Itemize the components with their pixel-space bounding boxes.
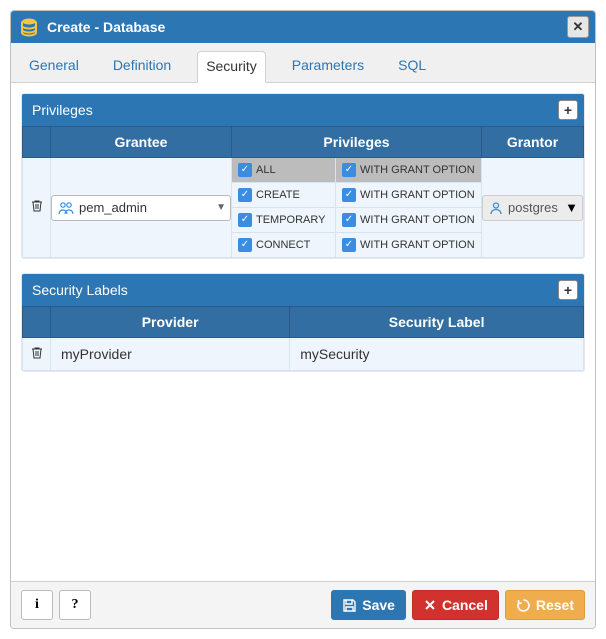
grantor-select[interactable]: postgres ▼ (482, 195, 583, 221)
security-labels-title: Security Labels (32, 282, 558, 298)
tab-security[interactable]: Security (197, 51, 266, 83)
priv-connect-wgo: WITH GRANT OPTION (360, 239, 475, 251)
col-grantor: Grantor (482, 127, 584, 158)
help-button[interactable]: ? (59, 590, 91, 620)
priv-temporary-label: TEMPORARY (256, 214, 325, 226)
security-labels-table: Provider Security Label myProvider mySec… (22, 306, 584, 371)
security-label-cell[interactable]: mySecurity (290, 338, 584, 371)
info-button[interactable]: i (21, 590, 53, 620)
privileges-table: Grantee Privileges Grantor pem_adm (22, 126, 584, 258)
checkbox-temporary-wgo[interactable] (342, 213, 356, 227)
checkbox-create[interactable] (238, 188, 252, 202)
cancel-icon (423, 598, 437, 612)
checkbox-temporary[interactable] (238, 213, 252, 227)
col-privileges: Privileges (232, 127, 482, 158)
tab-bar: General Definition Security Parameters S… (11, 43, 595, 83)
delete-row-button[interactable] (30, 201, 44, 216)
priv-connect-row: CONNECT WITH GRANT OPTION (232, 233, 481, 257)
priv-temporary-wgo: WITH GRANT OPTION (360, 214, 475, 226)
security-labels-panel: Security Labels + Provider Security Labe… (21, 273, 585, 372)
checkbox-all-wgo[interactable] (342, 163, 356, 177)
grantee-select[interactable]: pem_admin ▼ (51, 195, 231, 221)
priv-all-row: ALL WITH GRANT OPTION (232, 158, 481, 183)
tab-parameters[interactable]: Parameters (284, 51, 372, 82)
dialog-body: Privileges + Grantee Privileges Grantor (11, 83, 595, 581)
priv-create-wgo: WITH GRANT OPTION (360, 189, 475, 201)
dialog-title: Create - Database (47, 19, 567, 35)
add-privilege-button[interactable]: + (558, 100, 578, 120)
priv-create-row: CREATE WITH GRANT OPTION (232, 183, 481, 208)
col-grantee: Grantee (51, 127, 232, 158)
privileges-header: Privileges + (22, 94, 584, 126)
security-label-row: myProvider mySecurity (23, 338, 584, 371)
create-database-dialog: Create - Database ✕ General Definition S… (10, 10, 596, 629)
reset-icon (516, 598, 531, 613)
tab-sql[interactable]: SQL (390, 51, 434, 82)
titlebar: Create - Database ✕ (11, 11, 595, 43)
save-label: Save (362, 597, 395, 613)
save-icon (342, 598, 357, 613)
priv-create-label: CREATE (256, 189, 300, 201)
privilege-row: pem_admin ▼ ALL WITH GRANT OPTION CREATE (23, 158, 584, 258)
add-security-label-button[interactable]: + (558, 280, 578, 300)
database-icon (19, 17, 39, 37)
priv-connect-label: CONNECT (256, 239, 310, 251)
chevron-down-icon: ▼ (216, 202, 226, 213)
grantee-value: pem_admin (79, 200, 216, 215)
users-icon (58, 201, 74, 215)
priv-temporary-row: TEMPORARY WITH GRANT OPTION (232, 208, 481, 233)
col-provider: Provider (51, 307, 290, 338)
privileges-panel: Privileges + Grantee Privileges Grantor (21, 93, 585, 259)
tab-general[interactable]: General (21, 51, 87, 82)
dialog-footer: i ? Save Cancel Reset (11, 581, 595, 628)
chevron-down-icon: ▼ (565, 200, 578, 215)
security-labels-header: Security Labels + (22, 274, 584, 306)
col-delete (23, 307, 51, 338)
reset-label: Reset (536, 597, 574, 613)
delete-row-button[interactable] (30, 347, 44, 363)
save-button[interactable]: Save (331, 590, 406, 620)
close-button[interactable]: ✕ (567, 16, 589, 38)
user-icon (489, 201, 503, 215)
tab-definition[interactable]: Definition (105, 51, 179, 82)
provider-cell[interactable]: myProvider (51, 338, 290, 371)
grantor-value: postgres (508, 200, 565, 215)
priv-all-label: ALL (256, 164, 276, 176)
cancel-label: Cancel (442, 597, 488, 613)
checkbox-create-wgo[interactable] (342, 188, 356, 202)
col-security-label: Security Label (290, 307, 584, 338)
cancel-button[interactable]: Cancel (412, 590, 499, 620)
checkbox-all[interactable] (238, 163, 252, 177)
col-delete (23, 127, 51, 158)
reset-button[interactable]: Reset (505, 590, 585, 620)
priv-all-wgo: WITH GRANT OPTION (360, 164, 475, 176)
privileges-title: Privileges (32, 102, 558, 118)
checkbox-connect[interactable] (238, 238, 252, 252)
checkbox-connect-wgo[interactable] (342, 238, 356, 252)
